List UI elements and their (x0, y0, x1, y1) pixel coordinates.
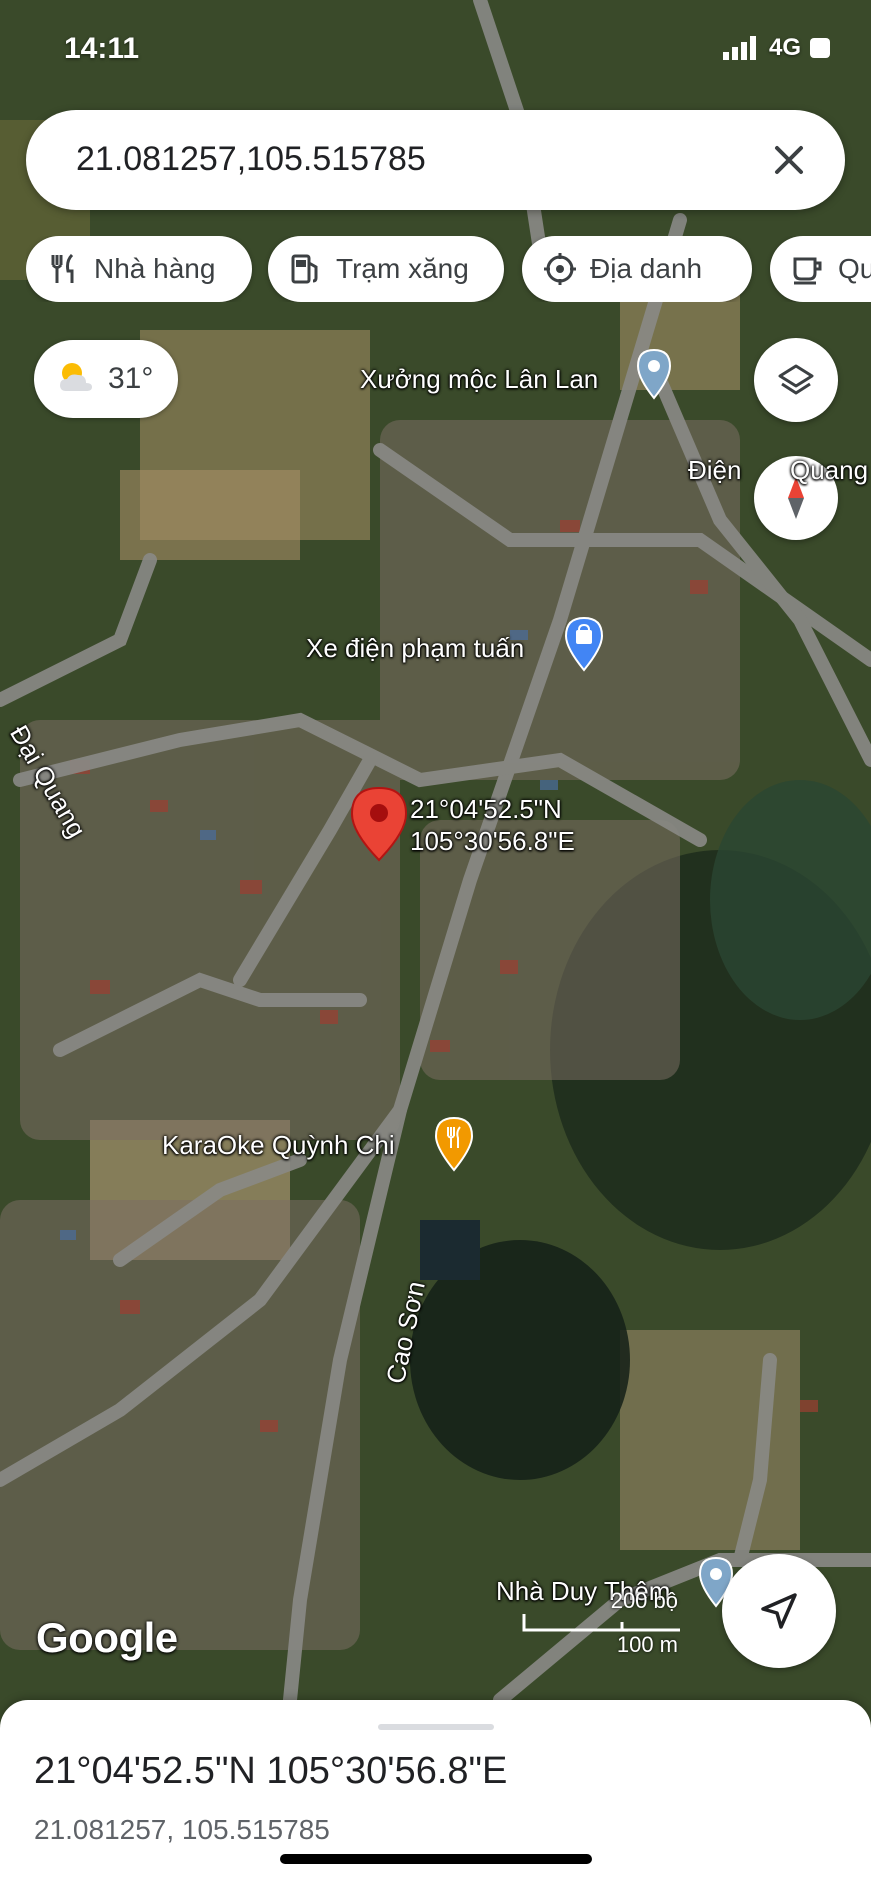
chip-restaurants[interactable]: Nhà hàng (26, 236, 252, 302)
scale-feet: 200 bộ (610, 1588, 678, 1613)
home-indicator[interactable] (280, 1854, 592, 1864)
directions-button[interactable] (722, 1554, 836, 1668)
signal-icon (722, 36, 756, 60)
chip-cafes[interactable]: Quá (770, 236, 871, 302)
place-label-karaoke[interactable]: KaraOke Quỳnh Chi (162, 1130, 395, 1161)
pin-latitude: 21°04'52.5"N (410, 794, 562, 824)
pin-longitude: 105°30'56.8"E (410, 826, 575, 856)
gas-station-icon (291, 254, 318, 284)
place-marker-icon[interactable] (634, 348, 674, 400)
map-scale: 200 bộ 100 m (522, 1588, 682, 1657)
dropped-pin-icon[interactable] (350, 786, 408, 862)
weather-chip[interactable]: 31° (34, 340, 178, 418)
navigation-arrow-icon (761, 1593, 797, 1629)
chip-label: Nhà hàng (94, 253, 216, 284)
chip-label: Địa danh (590, 253, 703, 284)
battery-icon (810, 38, 830, 58)
network-type: 4G (768, 34, 801, 61)
place-label-quang[interactable]: Quang (790, 455, 868, 486)
partly-cloudy-icon (60, 363, 92, 391)
place-label-xuong-moc[interactable]: Xưởng mộc Lân Lan (360, 364, 598, 395)
chip-label: Trạm xăng (336, 253, 469, 284)
sheet-drag-handle[interactable] (378, 1724, 494, 1730)
close-icon[interactable] (761, 132, 817, 188)
status-bar: 14:11 4G (64, 28, 831, 68)
place-label-dien[interactable]: Điện (688, 455, 741, 486)
restaurant-marker-icon[interactable] (432, 1116, 476, 1172)
coffee-cup-icon (793, 257, 822, 285)
scale-meters: 100 m (616, 1632, 678, 1657)
layers-button[interactable] (754, 338, 838, 422)
search-input[interactable]: 21.081257,105.515785 (76, 140, 426, 179)
landmark-icon (544, 253, 576, 285)
google-logo: Google (36, 1614, 178, 1661)
pin-coordinates-label: 21°04'52.5"N 105°30'56.8"E (410, 793, 575, 857)
sheet-title: 21°04'52.5"N 105°30'56.8"E (34, 1750, 508, 1792)
status-time: 14:11 (64, 32, 140, 65)
status-indicators: 4G (722, 34, 831, 62)
chip-landmarks[interactable]: Địa danh (522, 236, 752, 302)
temperature: 31° (108, 362, 154, 395)
scale-bar (522, 1614, 680, 1632)
shopping-bag-marker-icon[interactable] (562, 616, 606, 672)
search-bar[interactable]: 21.081257,105.515785 (26, 110, 845, 210)
fork-knife-icon (51, 253, 74, 283)
category-chips: Nhà hàng Trạm xăng Địa danh Quá (26, 236, 871, 302)
chip-gas-stations[interactable]: Trạm xăng (268, 236, 504, 302)
chip-label: Quá (838, 253, 871, 284)
sheet-subtitle: 21.081257, 105.515785 (34, 1814, 330, 1845)
place-label-xe-dien[interactable]: Xe điện phạm tuấn (306, 633, 524, 664)
layers-icon (778, 364, 814, 395)
